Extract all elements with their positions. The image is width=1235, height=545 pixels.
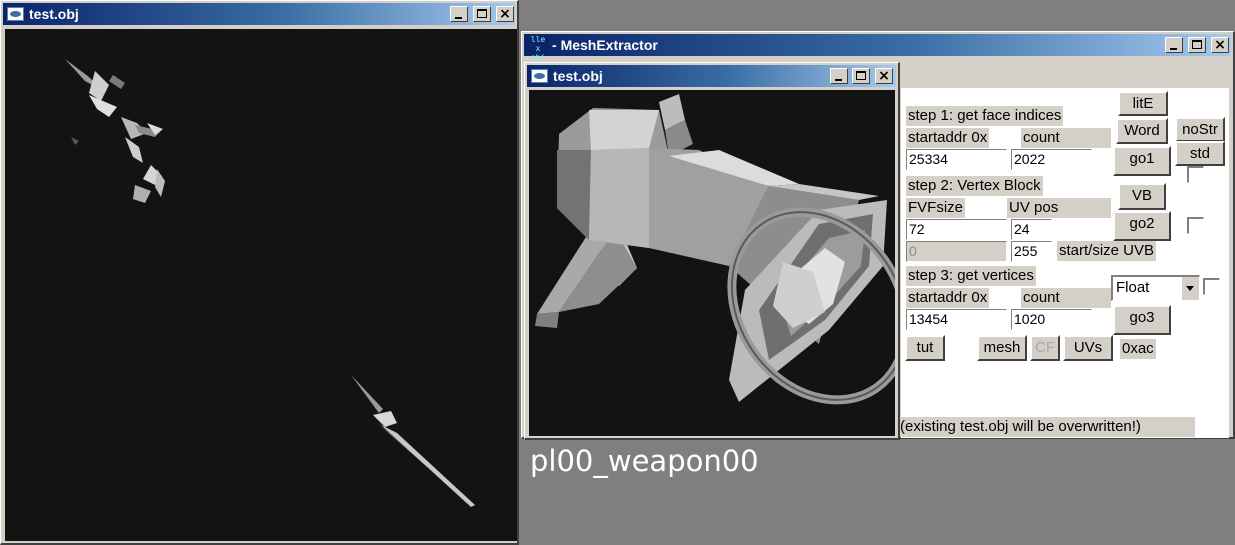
uvb-label: start/size UVB <box>1057 241 1157 261</box>
step2-uvpos-input[interactable]: 24 <box>1011 219 1052 240</box>
vb-button[interactable]: VB <box>1118 183 1166 210</box>
close-button[interactable]: × <box>1211 37 1229 53</box>
mesh-button[interactable]: mesh <box>977 335 1027 361</box>
uvb-size-input[interactable]: 255 <box>1011 241 1052 262</box>
go1-button[interactable]: go1 <box>1113 146 1171 176</box>
vertex-format-select[interactable]: Float <box>1111 275 1200 301</box>
uvs-button[interactable]: UVs <box>1063 335 1113 361</box>
option-checkbox-2[interactable] <box>1187 217 1204 234</box>
step3-heading: step 3: get vertices <box>906 266 1036 286</box>
step1-startaddr-label: startaddr 0x <box>906 128 990 148</box>
status-message: (existing test.obj will be overwritten!) <box>898 417 1195 437</box>
preview-title: test.obj <box>553 68 603 84</box>
option-checkbox-3[interactable] <box>1203 278 1220 295</box>
go3-button[interactable]: go3 <box>1113 305 1171 335</box>
step2-fvfsize-label: FVFsize <box>906 198 966 218</box>
step1-count-input[interactable]: 2022 <box>1011 149 1092 170</box>
std-button[interactable]: std <box>1175 141 1225 166</box>
left-title-bar[interactable]: test.obj × <box>3 3 515 25</box>
lite-button[interactable]: litE <box>1118 91 1168 116</box>
step3-count-input[interactable]: 1020 <box>1011 309 1092 330</box>
maximize-button[interactable] <box>852 68 870 84</box>
chevron-down-icon[interactable] <box>1181 277 1199 300</box>
step1-count-label: count <box>1021 128 1111 148</box>
preview-obj-window: test.obj × <box>524 62 900 440</box>
close-button[interactable]: × <box>496 6 514 22</box>
window-title: test.obj <box>29 6 79 22</box>
maximize-button[interactable] <box>473 6 491 22</box>
megaphone-render <box>535 94 895 405</box>
step1-startaddr-input[interactable]: 25334 <box>906 149 1007 170</box>
mesh-extractor-title: - MeshExtractor <box>552 37 658 53</box>
word-button[interactable]: Word <box>1116 118 1168 144</box>
step2-fvfsize-input[interactable]: 72 <box>906 219 1007 240</box>
left-obj-window: test.obj × <box>0 0 519 545</box>
close-button[interactable]: × <box>875 68 893 84</box>
nostr-button[interactable]: noStr <box>1175 117 1225 142</box>
mesh-extractor-app-icon: lle x obj <box>527 35 549 62</box>
hex-readout: 0xac <box>1120 339 1156 359</box>
minimize-button[interactable] <box>1165 37 1183 53</box>
step3-startaddr-input[interactable]: 13454 <box>906 309 1007 330</box>
go2-button[interactable]: go2 <box>1113 211 1171 241</box>
step3-count-label: count <box>1021 288 1111 308</box>
mesh-extractor-title-bar[interactable]: lle x obj - MeshExtractor × <box>524 34 1231 62</box>
maximize-button[interactable] <box>1188 37 1206 53</box>
step3-startaddr-label: startaddr 0x <box>906 288 990 308</box>
minimize-button[interactable] <box>830 68 848 84</box>
vertex-format-value: Float <box>1116 279 1150 296</box>
uvb-start-input: 0 <box>906 241 1007 262</box>
step2-uvpos-label: UV pos <box>1007 198 1111 218</box>
preview-3d-viewport[interactable] <box>529 90 895 436</box>
model-caption: pl00_weapon00 <box>530 444 759 478</box>
preview-title-bar[interactable]: test.obj × <box>527 65 896 87</box>
tut-button[interactable]: tut <box>905 335 945 361</box>
left-3d-viewport[interactable] <box>5 29 517 541</box>
app-icon <box>7 7 24 21</box>
step2-heading: step 2: Vertex Block <box>906 176 1043 196</box>
app-icon <box>531 69 548 83</box>
cf-button: CF <box>1030 335 1060 361</box>
option-checkbox-1[interactable] <box>1187 166 1204 183</box>
minimize-button[interactable] <box>450 6 468 22</box>
left-mesh-render <box>65 59 475 507</box>
step1-heading: step 1: get face indices <box>906 106 1064 126</box>
